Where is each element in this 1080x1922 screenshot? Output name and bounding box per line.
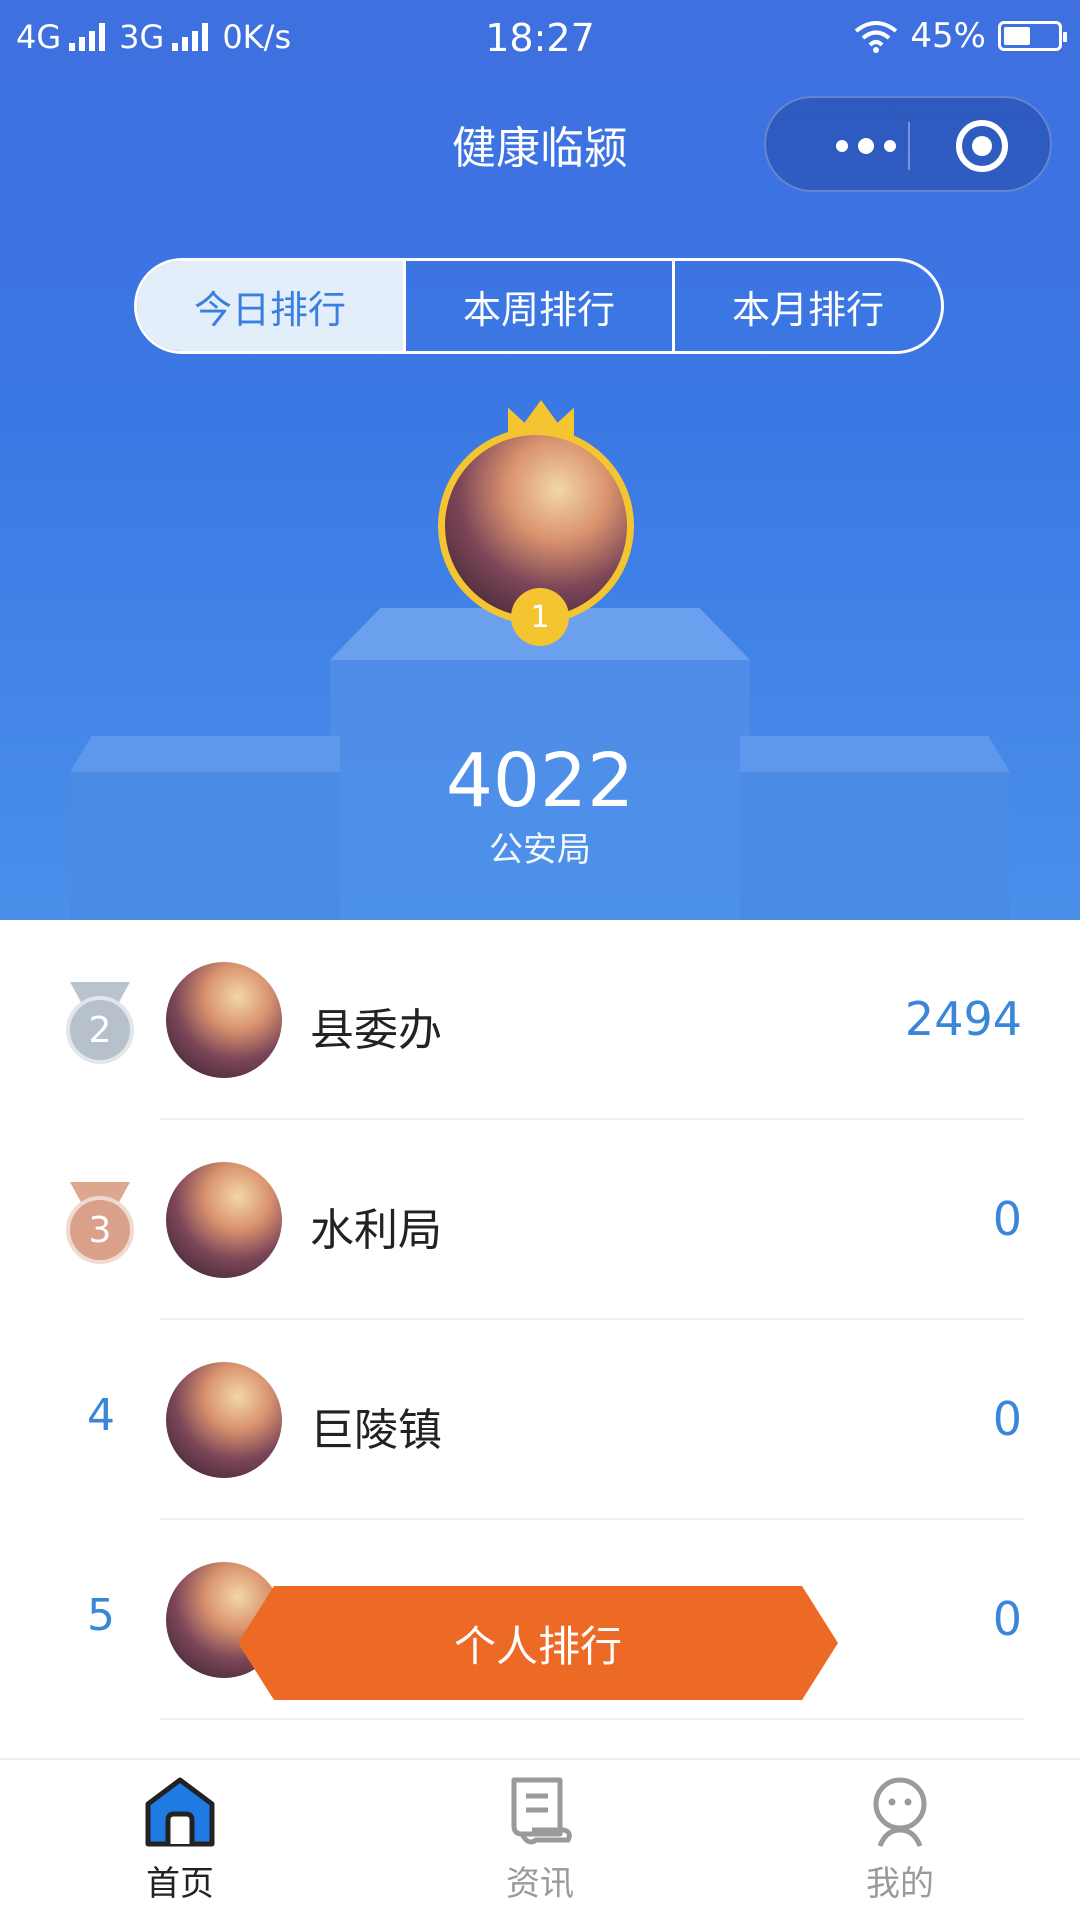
avatar xyxy=(166,1162,282,1278)
tabbar-label: 首页 xyxy=(146,1864,214,1904)
tabbar-item-home[interactable]: 首页 xyxy=(80,1774,280,1905)
tabbar-label: 我的 xyxy=(866,1864,934,1904)
tabbar-label: 资讯 xyxy=(506,1864,574,1904)
list-item[interactable]: 4 巨陵镇 0 xyxy=(0,1320,1080,1520)
rank-number: 3 xyxy=(66,1196,134,1264)
tab-month[interactable]: 本月排行 xyxy=(672,261,941,351)
tab-week[interactable]: 本周排行 xyxy=(403,261,672,351)
score-value: 0 xyxy=(992,1592,1022,1646)
profile-icon xyxy=(873,1777,927,1847)
bottom-tab-bar: 首页 资讯 我的 xyxy=(0,1758,1080,1922)
list-item[interactable]: 3 水利局 0 xyxy=(0,1120,1080,1320)
news-icon xyxy=(511,1777,572,1845)
tabbar-item-profile[interactable]: 我的 xyxy=(800,1774,1000,1905)
top-score: 4022 xyxy=(445,738,635,824)
close-target-icon[interactable] xyxy=(956,120,1008,172)
capsule-divider xyxy=(908,122,910,170)
score-value: 0 xyxy=(992,1192,1022,1246)
score-value: 0 xyxy=(992,1392,1022,1446)
bronze-medal-icon: 3 xyxy=(64,1182,136,1264)
personal-ranking-button[interactable]: 个人排行 xyxy=(238,1586,838,1700)
rank-1-badge: 1 xyxy=(511,588,569,646)
divider xyxy=(160,1718,1024,1720)
avatar xyxy=(166,1362,282,1478)
rank-number: 2 xyxy=(66,996,134,1064)
ranking-header: 4G 3G 0K/s 18:27 45% 健康临颍 今日排行 本周排行 本月排行 xyxy=(0,0,1080,920)
battery-percent: 45% xyxy=(910,16,986,56)
score-value: 2494 xyxy=(904,992,1022,1046)
department-name: 水利局 xyxy=(310,1205,442,1256)
mini-program-capsule xyxy=(764,96,1052,192)
top-department: 公安局 xyxy=(489,830,591,870)
rank-number: 5 xyxy=(87,1590,115,1641)
department-name: 县委办 xyxy=(310,1005,442,1056)
department-name: 巨陵镇 xyxy=(310,1405,442,1456)
rank-number: 4 xyxy=(87,1390,115,1441)
list-item[interactable]: 2 县委办 2494 xyxy=(0,920,1080,1120)
status-bar: 4G 3G 0K/s 18:27 45% xyxy=(0,0,1080,76)
silver-medal-icon: 2 xyxy=(64,982,136,1064)
device-status: 45% xyxy=(854,16,1067,56)
tabbar-item-news[interactable]: 资讯 xyxy=(440,1774,640,1905)
avatar xyxy=(166,962,282,1078)
home-icon xyxy=(145,1777,215,1847)
tab-today[interactable]: 今日排行 xyxy=(137,261,403,351)
period-tabs: 今日排行 本周排行 本月排行 xyxy=(134,258,944,354)
battery-icon xyxy=(998,21,1067,51)
wifi-icon xyxy=(855,21,898,53)
